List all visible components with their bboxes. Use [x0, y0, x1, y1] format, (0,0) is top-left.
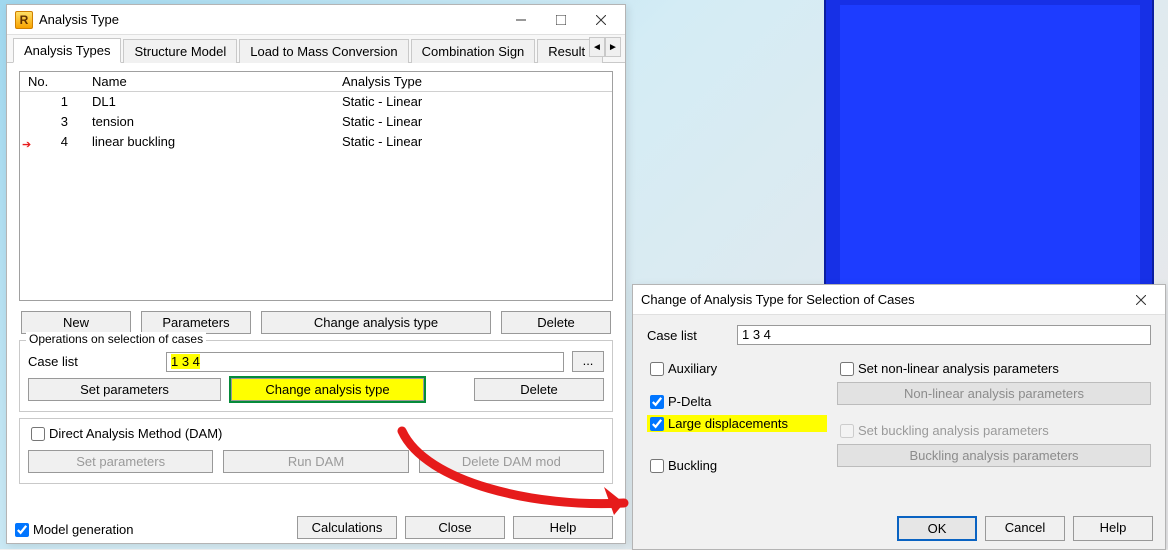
- operations-group: Operations on selection of cases Case li…: [19, 340, 613, 412]
- ok-button[interactable]: OK: [897, 516, 977, 541]
- cell-type: Static - Linear: [342, 112, 612, 132]
- calculations-button[interactable]: Calculations: [297, 516, 397, 539]
- case-list-input[interactable]: 1 3 4: [166, 352, 564, 372]
- dam-set-parameters-button: Set parameters: [28, 450, 213, 473]
- auxiliary-label: Auxiliary: [668, 361, 717, 376]
- cell-no-value: 4: [61, 134, 68, 149]
- cell-name: linear buckling: [92, 132, 342, 152]
- app-icon: R: [15, 11, 33, 29]
- case-list-panel[interactable]: No. Name Analysis Type 1 DL1 Static - Li…: [19, 71, 613, 301]
- cancel-button[interactable]: Cancel: [985, 516, 1065, 541]
- cell-type: Static - Linear: [342, 132, 612, 152]
- dialog-body: Case list 1 3 4 Auxiliary P-Delta Large …: [633, 315, 1165, 483]
- tab-combination-sign[interactable]: Combination Sign: [411, 39, 536, 63]
- case-list-label: Case list: [647, 328, 737, 343]
- close-button[interactable]: Close: [405, 516, 505, 539]
- ops-change-analysis-type-button[interactable]: Change analysis type: [231, 378, 424, 401]
- tab-load-to-mass[interactable]: Load to Mass Conversion: [239, 39, 408, 63]
- tab-scroll: ◄ ►: [589, 37, 621, 57]
- parameters-button[interactable]: Parameters: [141, 311, 251, 334]
- pdelta-checkbox[interactable]: [650, 395, 664, 409]
- cell-name: DL1: [92, 92, 342, 112]
- set-nonlinear-checkbox[interactable]: [840, 362, 854, 376]
- left-checkbox-column: Auxiliary P-Delta Large displacements Bu…: [647, 361, 827, 473]
- col-header-name[interactable]: Name: [92, 74, 342, 89]
- cell-no: ➔4: [20, 132, 92, 152]
- pdelta-checkbox-item[interactable]: P-Delta: [647, 394, 827, 409]
- buckling-checkbox-item[interactable]: Buckling: [647, 458, 827, 473]
- ops-set-parameters-button[interactable]: Set parameters: [28, 378, 221, 401]
- dam-checkbox[interactable]: [31, 427, 45, 441]
- large-displacements-label: Large displacements: [668, 416, 788, 431]
- cell-no: 1: [20, 92, 92, 112]
- minimize-button[interactable]: [501, 6, 541, 34]
- tab-strip: Analysis Types Structure Model Load to M…: [7, 35, 625, 63]
- change-analysis-type-dialog: Change of Analysis Type for Selection of…: [632, 284, 1166, 550]
- case-list-header: No. Name Analysis Type: [20, 72, 612, 92]
- tab-scroll-left[interactable]: ◄: [589, 37, 605, 57]
- new-button[interactable]: New: [21, 311, 131, 334]
- model-generation-label: Model generation: [33, 522, 133, 537]
- table-row[interactable]: ➔4 linear buckling Static - Linear: [20, 132, 612, 152]
- window-title: Change of Analysis Type for Selection of…: [641, 292, 1121, 307]
- change-analysis-type-button[interactable]: Change analysis type: [261, 311, 491, 334]
- ops-delete-button[interactable]: Delete: [474, 378, 604, 401]
- dam-group: Direct Analysis Method (DAM) Set paramet…: [19, 418, 613, 484]
- current-row-marker-icon: ➔: [22, 135, 31, 155]
- set-nonlinear-label: Set non-linear analysis parameters: [858, 361, 1059, 376]
- model-generation-item[interactable]: Model generation: [15, 522, 133, 537]
- close-button[interactable]: [1121, 286, 1161, 314]
- help-button[interactable]: Help: [513, 516, 613, 539]
- cell-name: tension: [92, 112, 342, 132]
- model-generation-checkbox[interactable]: [15, 523, 29, 537]
- buckling-label: Buckling: [668, 458, 717, 473]
- close-button[interactable]: [581, 6, 621, 34]
- large-displacements-checkbox-item[interactable]: Large displacements: [650, 416, 788, 431]
- titlebar[interactable]: R Analysis Type: [7, 5, 625, 35]
- right-params-column: Set non-linear analysis parameters Non-l…: [837, 361, 1151, 473]
- set-buckling-checkbox: [840, 424, 854, 438]
- nonlinear-params-button: Non-linear analysis parameters: [837, 382, 1151, 405]
- operations-group-label: Operations on selection of cases: [26, 332, 206, 346]
- table-row[interactable]: 3 tension Static - Linear: [20, 112, 612, 132]
- case-list-input[interactable]: 1 3 4: [737, 325, 1151, 345]
- set-buckling-checkbox-item: Set buckling analysis parameters: [837, 423, 1151, 438]
- tab-analysis-types[interactable]: Analysis Types: [13, 38, 121, 63]
- table-row[interactable]: 1 DL1 Static - Linear: [20, 92, 612, 112]
- dam-checkbox-item[interactable]: Direct Analysis Method (DAM): [28, 425, 225, 442]
- maximize-button[interactable]: [541, 6, 581, 34]
- titlebar[interactable]: Change of Analysis Type for Selection of…: [633, 285, 1165, 315]
- col-header-no[interactable]: No.: [20, 74, 92, 89]
- set-buckling-label: Set buckling analysis parameters: [858, 423, 1049, 438]
- dam-delete-button: Delete DAM mod: [419, 450, 604, 473]
- buckling-checkbox[interactable]: [650, 459, 664, 473]
- dam-run-button: Run DAM: [223, 450, 408, 473]
- dam-checkbox-label: Direct Analysis Method (DAM): [49, 426, 222, 441]
- tab-structure-model[interactable]: Structure Model: [123, 39, 237, 63]
- pdelta-label: P-Delta: [668, 394, 711, 409]
- buckling-params-button: Buckling analysis parameters: [837, 444, 1151, 467]
- case-list-browse-button[interactable]: ...: [572, 351, 604, 372]
- cell-type: Static - Linear: [342, 92, 612, 112]
- dialog-buttons: OK Cancel Help: [897, 516, 1153, 541]
- delete-button[interactable]: Delete: [501, 311, 611, 334]
- model-3d-element-face: [840, 5, 1140, 305]
- large-displacements-highlight: Large displacements: [647, 415, 827, 432]
- col-header-type[interactable]: Analysis Type: [342, 74, 612, 89]
- auxiliary-checkbox[interactable]: [650, 362, 664, 376]
- set-nonlinear-checkbox-item[interactable]: Set non-linear analysis parameters: [837, 361, 1151, 376]
- tab-scroll-right[interactable]: ►: [605, 37, 621, 57]
- case-list-label: Case list: [28, 354, 158, 369]
- large-displacements-checkbox[interactable]: [650, 417, 664, 431]
- case-list-value: 1 3 4: [742, 327, 771, 342]
- help-button[interactable]: Help: [1073, 516, 1153, 541]
- analysis-type-dialog: R Analysis Type Analysis Types Structure…: [6, 4, 626, 544]
- auxiliary-checkbox-item[interactable]: Auxiliary: [647, 361, 827, 376]
- case-list-value: 1 3 4: [171, 354, 200, 369]
- cell-no: 3: [20, 112, 92, 132]
- bottom-buttons: Calculations Close Help: [297, 516, 613, 539]
- window-title: Analysis Type: [39, 12, 501, 27]
